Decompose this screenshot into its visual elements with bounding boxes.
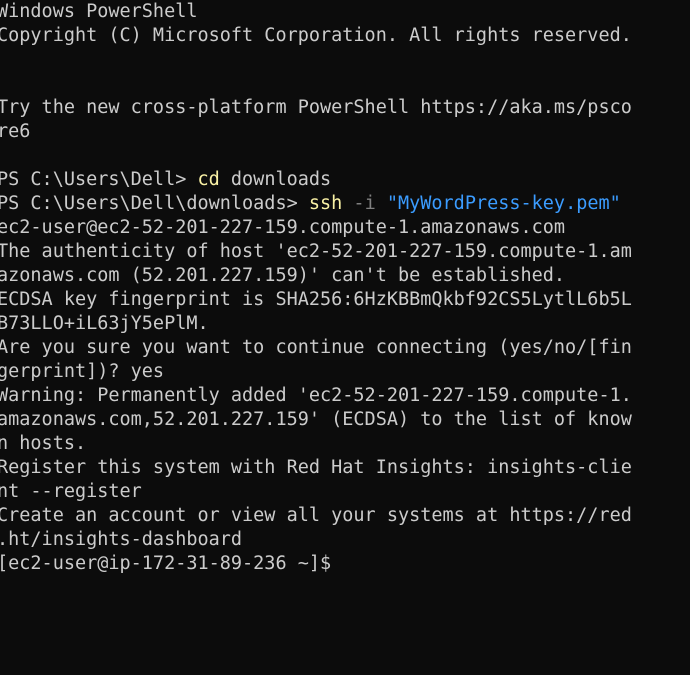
command-line-ssh: PS C:\Users\Dell\downloads> ssh -i "MyWo… xyxy=(0,192,621,216)
command-space xyxy=(376,193,387,214)
output-line: Register this system with Red Hat Insigh… xyxy=(0,457,632,478)
tip-line-1: Try the new cross-platform PowerShell ht… xyxy=(0,97,632,118)
copyright-line: Copyright (C) Microsoft Corporation. All… xyxy=(0,25,632,46)
output-line: gerprint])? yes xyxy=(0,361,165,382)
output-line: n hosts. xyxy=(0,433,87,454)
prompt: PS C:\Users\Dell\downloads> xyxy=(0,193,309,214)
banner-title: Windows PowerShell xyxy=(0,1,198,22)
output-line: ec2-user@ec2-52-201-227-159.compute-1.am… xyxy=(0,217,566,238)
prompt: PS C:\Users\Dell> xyxy=(0,169,198,190)
output-line: The authenticity of host 'ec2-52-201-227… xyxy=(0,241,632,262)
output-line: Warning: Permanently added 'ec2-52-201-2… xyxy=(0,385,632,406)
command-parameter: -i xyxy=(342,193,376,214)
shell-prompt: [ec2-user@ip-172-31-89-236 ~]$ xyxy=(0,553,332,574)
command-argument: downloads xyxy=(219,169,332,190)
tip-line-2: re6 xyxy=(0,121,31,142)
terminal-window[interactable]: Windows PowerShell Copyright (C) Microso… xyxy=(0,0,690,675)
command-string-argument: "MyWordPress-key.pem" xyxy=(386,193,621,214)
output-line: amazonaws.com,52.201.227.159' (ECDSA) to… xyxy=(0,409,632,430)
command-line-cd: PS C:\Users\Dell> cd downloads xyxy=(0,168,331,192)
output-line: Are you sure you want to continue connec… xyxy=(0,337,632,358)
output-line: ECDSA key fingerprint is SHA256:6HzKBBmQ… xyxy=(0,289,632,310)
output-line: Create an account or view all your syste… xyxy=(0,505,632,526)
output-line: nt --register xyxy=(0,481,142,502)
command-name: cd xyxy=(197,169,220,190)
command-name: ssh xyxy=(308,193,343,214)
output-line: B73LLO+iL63jY5ePlM. xyxy=(0,313,209,334)
output-line: .ht/insights-dashboard xyxy=(0,529,243,550)
output-line: azonaws.com (52.201.227.159)' can't be e… xyxy=(0,265,566,286)
